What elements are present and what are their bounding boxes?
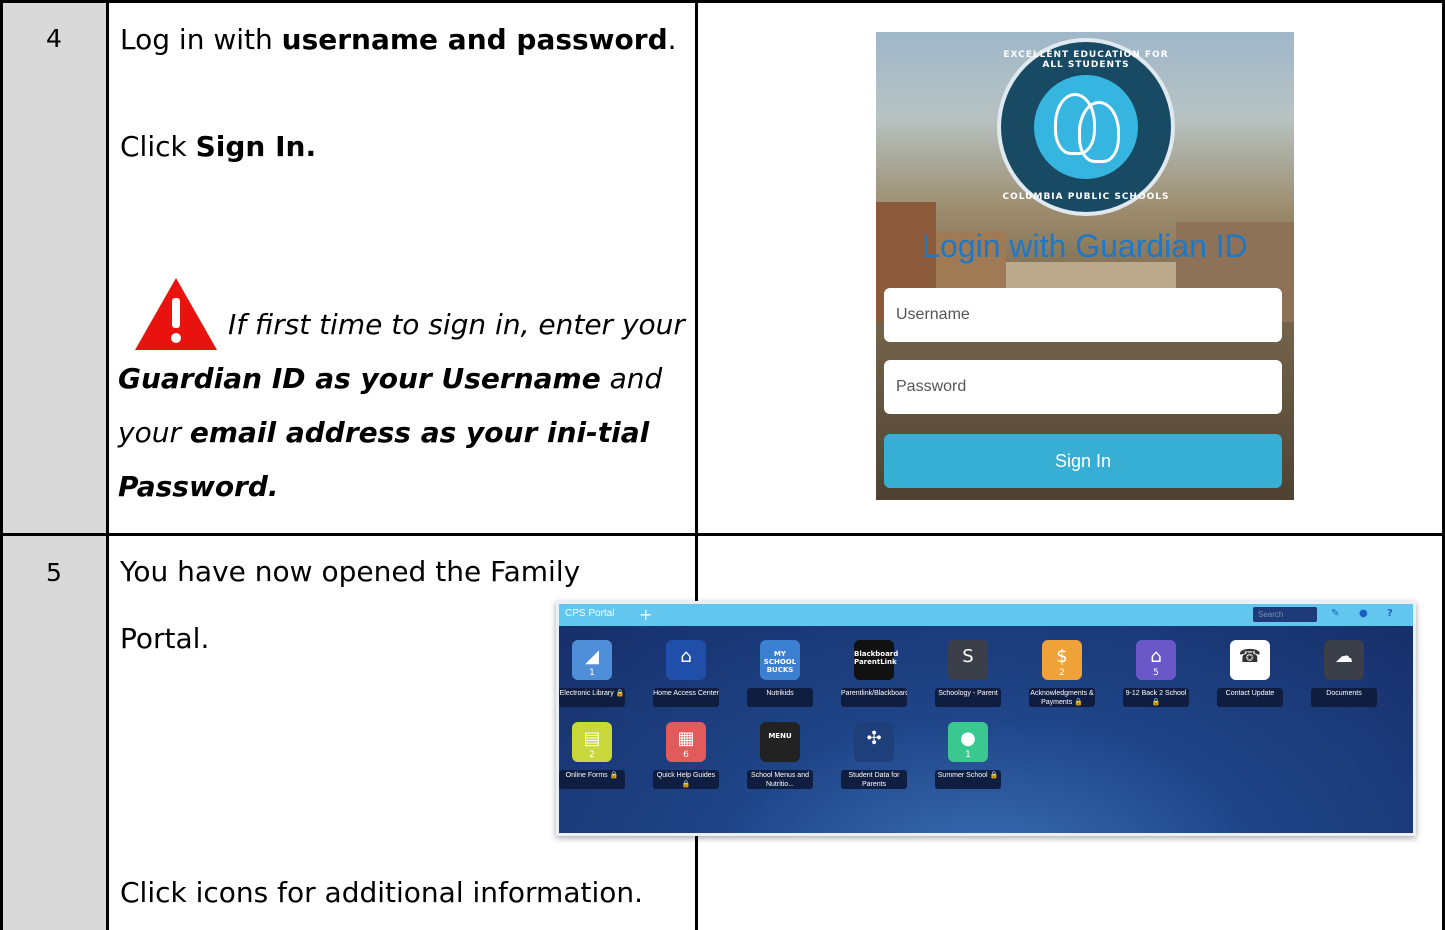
- portal-app-tile[interactable]: ⌂ 5: [1136, 640, 1176, 680]
- tile-label[interactable]: Home Access Center: [653, 688, 719, 707]
- app-icon: $: [1056, 646, 1068, 667]
- portal-tile-area: ◢ 1 Electronic Library 🔒 ⌂ Home Access Cente…: [559, 626, 1413, 833]
- app-icon: ✣: [866, 728, 882, 749]
- app-icon: ⌂: [680, 646, 692, 667]
- password-field[interactable]: Password: [884, 360, 1282, 414]
- portal-app-tile[interactable]: ▤ 2: [572, 722, 612, 762]
- edit-icon[interactable]: ✎: [1331, 608, 1339, 619]
- tile-badge: 6: [683, 750, 689, 760]
- portal-app-tile[interactable]: $2: [1042, 640, 1082, 680]
- step-column-shade: [0, 0, 108, 930]
- tile-label[interactable]: School Menus and Nutritio...: [747, 770, 813, 789]
- portal-app-tile[interactable]: ☁: [1324, 640, 1364, 680]
- username-field[interactable]: Username: [884, 288, 1282, 342]
- portal-app-tile[interactable]: ● 1: [948, 722, 988, 762]
- app-icon: MENU: [768, 732, 792, 740]
- login-title: Login with Guardian ID: [922, 228, 1248, 264]
- tile-badge: 2: [1059, 668, 1065, 678]
- portal-screenshot: CPS Portal + Search ✎ ● ? ◢ 1 Electronic L…: [556, 601, 1416, 836]
- app-icon: S: [962, 646, 974, 667]
- warning-bold: email address as your ini-tial Password.: [118, 416, 650, 503]
- app-icon: ☁: [1335, 646, 1353, 667]
- tile-label[interactable]: Acknowledgments & Payments 🔒: [1029, 688, 1095, 707]
- table-row-divider: [0, 533, 1443, 536]
- portal-title: CPS Portal: [565, 608, 615, 619]
- portal-app-tile[interactable]: MY SCHOOL BUCKS: [760, 640, 800, 680]
- tile-badge: 1: [589, 668, 595, 678]
- app-icon: ▦: [677, 728, 695, 749]
- portal-app-tile[interactable]: ✣: [854, 722, 894, 762]
- warning-bold: Guardian ID as your Username: [118, 362, 601, 395]
- tile-label[interactable]: Student Data for Parents: [841, 770, 907, 789]
- app-icon: ●: [960, 728, 976, 749]
- step-number: 4: [46, 24, 62, 53]
- instruction-bold: username and password: [281, 23, 668, 56]
- portal-app-tile[interactable]: Blackboard ParentLink: [854, 640, 899, 680]
- table-border-top: [0, 0, 1443, 3]
- app-icon: ☎: [1238, 646, 1262, 667]
- tile-label[interactable]: Nutrikids: [747, 688, 813, 707]
- instruction-text: Log in with: [120, 23, 282, 56]
- tile-label[interactable]: Electronic Library 🔒: [559, 688, 625, 707]
- portal-top-bar: CPS Portal + Search ✎ ● ?: [559, 604, 1413, 626]
- tile-badge: 5: [1153, 668, 1159, 678]
- app-icon: ◢: [585, 646, 599, 667]
- profile-icon: [1078, 101, 1120, 163]
- instruction-text: Click icons for additional information.: [120, 876, 644, 909]
- app-icon: ▤: [583, 728, 601, 749]
- table-border-left: [0, 0, 3, 930]
- tile-badge: 1: [965, 750, 971, 760]
- seal-center: [1034, 75, 1138, 179]
- bell-icon[interactable]: ●: [1359, 608, 1368, 619]
- portal-app-tile[interactable]: S: [948, 640, 988, 680]
- warning-note: If first time to sign in, enter your Gua…: [118, 298, 688, 514]
- tile-label[interactable]: Contact Update: [1217, 688, 1283, 707]
- instruction-text: .: [667, 23, 677, 56]
- app-icon: ⌂: [1150, 646, 1162, 667]
- tile-label[interactable]: 9-12 Back 2 School 🔒: [1123, 688, 1189, 707]
- step-number: 5: [46, 558, 62, 587]
- tile-label[interactable]: Documents: [1311, 688, 1377, 707]
- instruction-login: Log in with username and password.: [120, 13, 677, 67]
- instruction-signin: Click Sign In.: [120, 120, 316, 174]
- portal-app-tile[interactable]: ⌂: [666, 640, 706, 680]
- instruction-text: You have now opened the Family: [120, 555, 581, 588]
- app-icon: Blackboard ParentLink: [854, 650, 899, 666]
- table-col-divider-1: [106, 0, 109, 930]
- tile-label[interactable]: Online Forms 🔒: [559, 770, 625, 789]
- sign-in-button[interactable]: Sign In: [884, 434, 1282, 488]
- school-seal-logo: EXCELLENT EDUCATION FOR ALL STUDENTS COL…: [997, 38, 1175, 216]
- tile-label[interactable]: Quick Help Guides 🔒: [653, 770, 719, 789]
- instruction-bold: Sign In.: [195, 130, 317, 163]
- help-icon[interactable]: ?: [1387, 608, 1393, 619]
- add-icon[interactable]: +: [639, 605, 652, 624]
- tile-label[interactable]: Parentlink/Blackboard: [841, 688, 907, 707]
- instruction-text: Click: [120, 130, 196, 163]
- portal-app-tile[interactable]: ☎: [1230, 640, 1270, 680]
- tile-badge: 2: [589, 750, 595, 760]
- portal-app-tile[interactable]: ◢ 1: [572, 640, 612, 680]
- warning-text: If first time to sign in, enter your: [228, 308, 685, 341]
- tile-label[interactable]: Schoology - Parent: [935, 688, 1001, 707]
- portal-app-tile[interactable]: ▦ 6: [666, 722, 706, 762]
- app-icon: MY SCHOOL BUCKS: [763, 650, 797, 674]
- tile-label[interactable]: Summer School 🔒: [935, 770, 1001, 789]
- login-screenshot: EXCELLENT EDUCATION FOR ALL STUDENTS COL…: [876, 32, 1294, 500]
- seal-bottom-text: COLUMBIA PUBLIC SCHOOLS: [1002, 192, 1170, 202]
- instruction-text: Portal.: [120, 622, 210, 655]
- seal-top-text: EXCELLENT EDUCATION FOR ALL STUDENTS: [1003, 50, 1169, 70]
- search-input[interactable]: Search: [1253, 607, 1317, 622]
- portal-app-tile[interactable]: MENU: [760, 722, 800, 762]
